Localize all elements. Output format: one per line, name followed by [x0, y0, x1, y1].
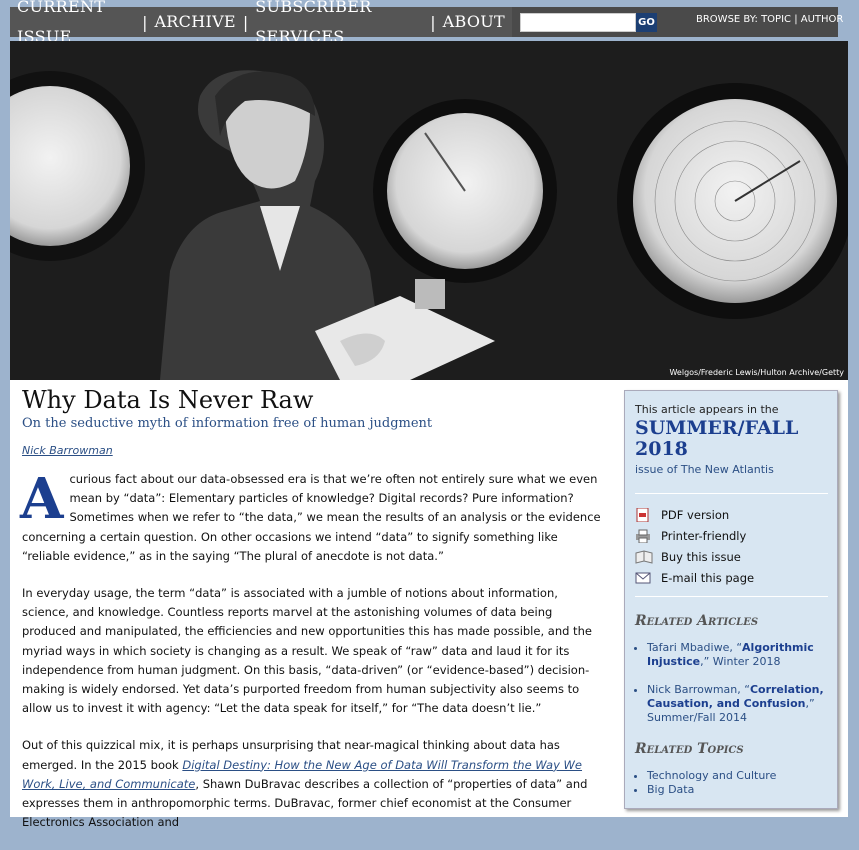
article-body: Acurious fact about our data-obsessed er…	[20, 466, 606, 850]
article-tools: PDF version Printer-friendly Buy this is…	[635, 504, 754, 588]
browse-author-link[interactable]: AUTHOR	[801, 14, 844, 25]
hero-illustration	[10, 41, 848, 380]
drop-cap: A	[20, 466, 64, 532]
email-icon	[635, 571, 653, 585]
top-bar: CURRENT ISSUE | ARCHIVE | SUBSCRIBER SER…	[0, 0, 859, 46]
related-article-author: Nick Barrowman, “	[647, 683, 750, 696]
related-topic[interactable]: Big Data	[647, 783, 842, 797]
browse-by-label: BROWSE BY:	[696, 14, 758, 25]
paragraph-1-text: curious fact about our data-obsessed era…	[22, 472, 601, 563]
sidebar-divider	[635, 493, 828, 494]
tool-print[interactable]: Printer-friendly	[635, 525, 754, 546]
paragraph-3: Out of this quizzical mix, it is perhaps…	[22, 736, 606, 832]
photo-credit: Welgos/Frederic Lewis/Hulton Archive/Get…	[669, 368, 844, 377]
printer-icon	[635, 529, 653, 543]
nav-archive[interactable]: ARCHIVE	[147, 7, 242, 37]
main-nav: CURRENT ISSUE | ARCHIVE | SUBSCRIBER SER…	[10, 0, 512, 46]
tool-email[interactable]: E-mail this page	[635, 567, 754, 588]
related-articles-heading: Related Articles	[635, 613, 759, 629]
hero-photo: Welgos/Frederic Lewis/Hulton Archive/Get…	[10, 41, 848, 380]
tool-pdf[interactable]: PDF version	[635, 504, 754, 525]
search-go-button[interactable]: GO	[636, 13, 657, 32]
tool-email-label: E-mail this page	[661, 570, 755, 585]
browse-topic-link[interactable]: TOPIC	[761, 14, 791, 25]
related-topics-heading: Related Topics	[635, 741, 744, 757]
article-subtitle: On the seductive myth of information fre…	[22, 416, 433, 431]
appears-in-label: This article appears in the	[635, 403, 779, 416]
related-article[interactable]: Tafari Mbadiwe, “Algorithmic Injustice,”…	[647, 641, 842, 669]
issue-of-label: issue of The New Atlantis	[635, 463, 774, 476]
sidebar-divider	[635, 596, 828, 597]
nav-about[interactable]: ABOUT	[436, 7, 512, 37]
pdf-icon	[635, 507, 653, 522]
related-article-issue: ,” Winter 2018	[700, 655, 781, 668]
browse-by: BROWSE BY: TOPIC | AUTHOR	[696, 14, 843, 25]
tool-buy-label: Buy this issue	[661, 549, 741, 564]
article-title: Why Data Is Never Raw	[22, 386, 314, 414]
article-author[interactable]: Nick Barrowman	[22, 444, 113, 457]
related-topics-list: Technology and Culture Big Data	[635, 769, 842, 797]
related-topic[interactable]: Technology and Culture	[647, 769, 842, 783]
tool-print-label: Printer-friendly	[661, 528, 747, 543]
browse-separator: |	[794, 14, 798, 25]
related-articles-list: Tafari Mbadiwe, “Algorithmic Injustice,”…	[635, 641, 842, 725]
book-icon	[635, 549, 653, 564]
search-area: GO BROWSE BY: TOPIC | AUTHOR	[512, 7, 843, 37]
paragraph-2: In everyday usage, the term “data” is as…	[22, 586, 592, 716]
related-article[interactable]: Nick Barrowman, “Correlation, Causation,…	[647, 683, 842, 725]
tool-pdf-label: PDF version	[661, 507, 730, 522]
issue-sidebar: This article appears in the SUMMER/FALL …	[624, 390, 838, 809]
related-article-author: Tafari Mbadiwe, “	[647, 641, 743, 654]
content-area: Why Data Is Never Raw On the seductive m…	[10, 380, 848, 829]
search-input[interactable]	[520, 13, 636, 32]
issue-link[interactable]: SUMMER/FALL 2018	[635, 418, 830, 460]
paragraph-1: Acurious fact about our data-obsessed er…	[20, 466, 606, 566]
tool-buy[interactable]: Buy this issue	[635, 546, 754, 567]
